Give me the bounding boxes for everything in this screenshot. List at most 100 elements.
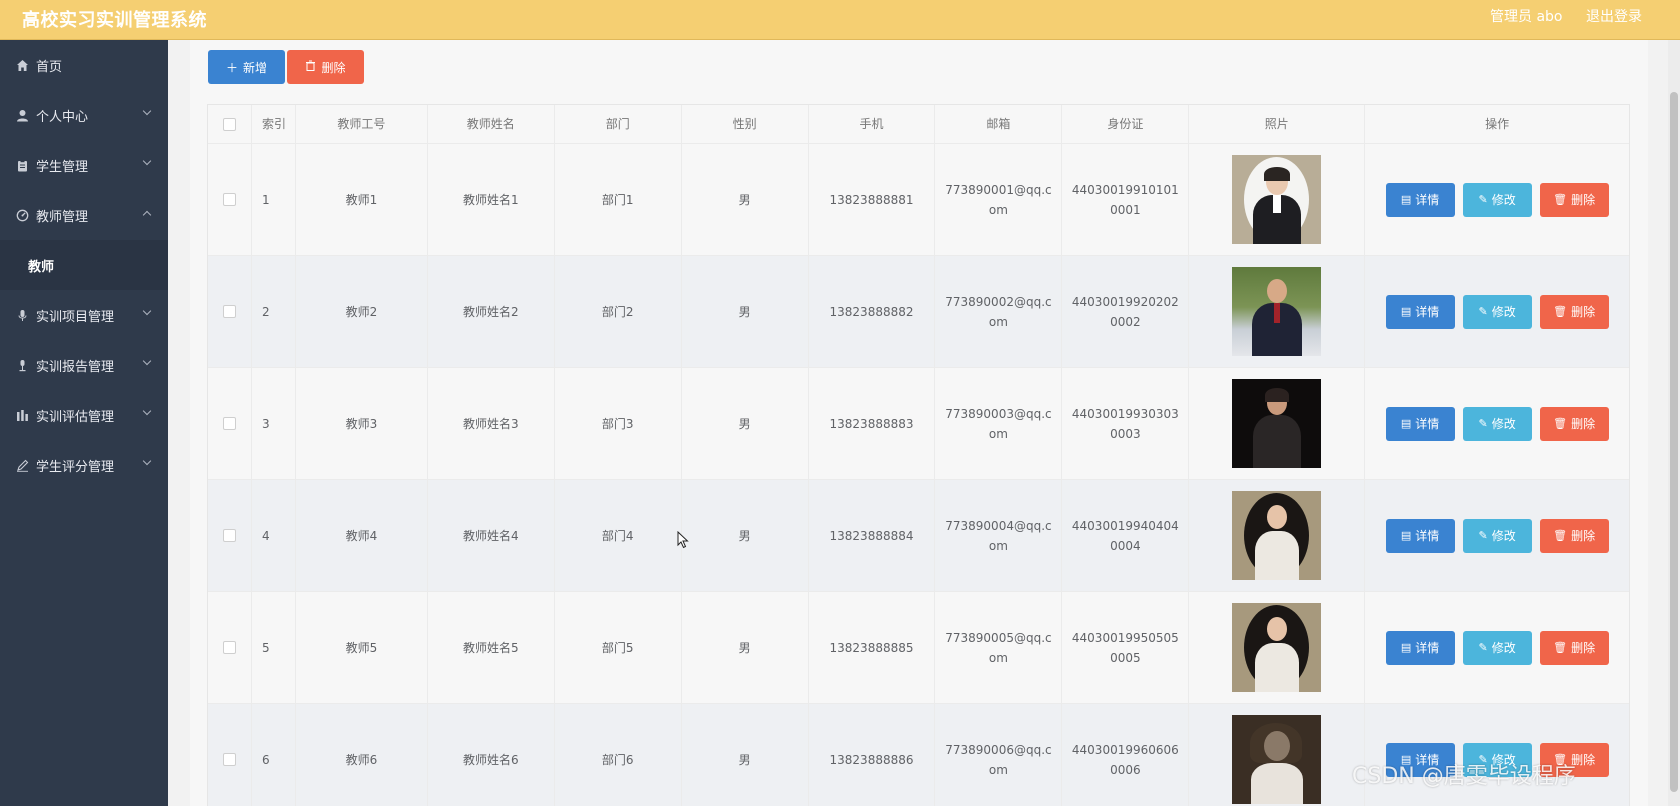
row-checkbox[interactable] xyxy=(222,641,236,654)
edit-icon: ✎ xyxy=(1478,304,1488,318)
cell-phone: 13823888883 xyxy=(809,368,936,479)
row-checkbox[interactable] xyxy=(222,305,236,318)
row-select-cell xyxy=(208,256,252,367)
sidebar-item-student-score-management[interactable]: 学生评分管理 xyxy=(0,440,168,490)
delete-button[interactable]: 🗑 删除 xyxy=(1539,294,1609,329)
sidebar-item-label: 实训项目管理 xyxy=(36,309,115,325)
top-header: 高校实习实训管理系统 管理员 abo 退出登录 xyxy=(0,0,1680,40)
edit-button[interactable]: ✎ 修改 xyxy=(1462,406,1532,441)
detail-button[interactable]: ▤ 详情 xyxy=(1385,182,1455,217)
table-header: 索引 教师工号 教师姓名 部门 性别 手机 邮箱 身份证 照片 操作 xyxy=(208,105,1629,144)
teacher-photo xyxy=(1232,267,1322,356)
cell-email: 773890006@qq.com xyxy=(935,704,1063,806)
row-checkbox[interactable] xyxy=(222,753,236,766)
cell-phone: 13823888886 xyxy=(809,704,936,806)
cell-photo xyxy=(1189,256,1366,367)
add-button[interactable]: ＋ 新增 xyxy=(208,50,285,84)
delete-button[interactable]: 🗑 删除 xyxy=(1539,630,1609,665)
cell-index: 2 xyxy=(252,256,296,367)
batch-delete-button[interactable]: 删除 xyxy=(287,50,364,84)
delete-label: 删除 xyxy=(1571,304,1596,319)
detail-button[interactable]: ▤ 详情 xyxy=(1385,294,1455,329)
plus-icon: ＋ xyxy=(225,60,238,75)
cell-index: 5 xyxy=(252,592,296,703)
detail-button[interactable]: ▤ 详情 xyxy=(1385,630,1455,665)
column-header: 教师工号 xyxy=(296,105,428,143)
clipboard-icon xyxy=(14,157,30,173)
row-select-cell xyxy=(208,480,252,591)
cell-department: 部门1 xyxy=(555,144,682,255)
sidebar-item-teacher-management[interactable]: 教师管理 xyxy=(0,190,168,240)
sidebar-subitem-teacher[interactable]: 教师 xyxy=(0,240,168,290)
cell-id-card: 440300199101010001 xyxy=(1062,144,1190,255)
cell-gender: 男 xyxy=(682,144,809,255)
cell-actions: ▤ 详情 ✎ 修改 🗑 删除 xyxy=(1365,592,1629,703)
pen-icon xyxy=(14,457,30,473)
delete-button[interactable]: 🗑 删除 xyxy=(1539,518,1609,553)
trash-icon: 🗑 xyxy=(1553,304,1568,318)
detail-label: 详情 xyxy=(1415,416,1440,431)
edit-icon: ✎ xyxy=(1478,416,1488,430)
cell-photo xyxy=(1189,592,1366,703)
document-icon: ▤ xyxy=(1400,304,1412,318)
sidebar-item-training-report-management[interactable]: 实训报告管理 xyxy=(0,340,168,390)
sidebar-item-label: 教师 xyxy=(28,259,55,275)
document-icon: ▤ xyxy=(1400,528,1412,542)
edit-button[interactable]: ✎ 修改 xyxy=(1462,630,1532,665)
column-header: 性别 xyxy=(682,105,809,143)
trash-icon: 🗑 xyxy=(1553,640,1568,654)
cell-department: 部门4 xyxy=(555,480,682,591)
delete-button[interactable]: 🗑 删除 xyxy=(1539,182,1609,217)
sidebar-item-student-management[interactable]: 学生管理 xyxy=(0,140,168,190)
detail-label: 详情 xyxy=(1415,528,1440,543)
teacher-photo xyxy=(1232,715,1322,804)
document-icon: ▤ xyxy=(1400,192,1412,206)
row-checkbox[interactable] xyxy=(222,193,236,206)
cell-department: 部门5 xyxy=(555,592,682,703)
cell-teacher-no: 教师6 xyxy=(296,704,428,806)
cell-id-card: 440300199404040004 xyxy=(1062,480,1190,591)
row-select-cell xyxy=(208,144,252,255)
edit-label: 修改 xyxy=(1491,416,1516,431)
bar-chart-icon xyxy=(14,407,30,423)
delete-button[interactable]: 🗑 删除 xyxy=(1539,406,1609,441)
row-checkbox[interactable] xyxy=(222,529,236,542)
add-button-label: 新增 xyxy=(243,60,268,75)
teacher-photo xyxy=(1232,379,1322,468)
row-checkbox[interactable] xyxy=(222,417,236,430)
sidebar-item-home[interactable]: 首页 xyxy=(0,40,168,90)
edit-icon: ✎ xyxy=(1478,640,1488,654)
cell-actions: ▤ 详情 ✎ 修改 🗑 删除 xyxy=(1365,144,1629,255)
cell-gender: 男 xyxy=(682,704,809,806)
user-icon xyxy=(14,107,30,123)
document-icon: ▤ xyxy=(1400,416,1412,430)
sidebar-item-training-project-management[interactable]: 实训项目管理 xyxy=(0,290,168,340)
edit-button[interactable]: ✎ 修改 xyxy=(1462,182,1532,217)
select-all-checkbox[interactable] xyxy=(222,117,236,131)
cell-photo xyxy=(1189,704,1366,806)
edit-button[interactable]: ✎ 修改 xyxy=(1462,294,1532,329)
cell-email: 773890001@qq.com xyxy=(935,144,1063,255)
detail-button[interactable]: ▤ 详情 xyxy=(1385,406,1455,441)
teacher-photo xyxy=(1232,155,1322,244)
home-icon xyxy=(14,57,30,73)
trash-icon: 🗑 xyxy=(1553,192,1568,206)
cell-actions: ▤ 详情 ✎ 修改 🗑 删除 xyxy=(1365,480,1629,591)
app-title: 高校实习实训管理系统 xyxy=(22,10,207,31)
cell-photo xyxy=(1189,144,1366,255)
edit-icon: ✎ xyxy=(1478,528,1488,542)
logout-link[interactable]: 退出登录 xyxy=(1586,6,1642,26)
table-row: 5 教师5 教师姓名5 部门5 男 13823888885 773890005@… xyxy=(208,592,1629,704)
edit-button[interactable]: ✎ 修改 xyxy=(1462,518,1532,553)
page-scrollbar-thumb[interactable] xyxy=(1670,92,1678,792)
sidebar-item-personal-center[interactable]: 个人中心 xyxy=(0,90,168,140)
csdn-watermark: CSDN @唐雯毕设程序 xyxy=(1352,764,1576,789)
trash-icon: 🗑 xyxy=(1553,416,1568,430)
cell-teacher-no: 教师3 xyxy=(296,368,428,479)
current-user-label: 管理员 abo xyxy=(1490,9,1563,25)
cell-gender: 男 xyxy=(682,256,809,367)
edit-label: 修改 xyxy=(1491,528,1516,543)
edit-icon: ✎ xyxy=(1478,192,1488,206)
sidebar-item-training-evaluation-management[interactable]: 实训评估管理 xyxy=(0,390,168,440)
detail-button[interactable]: ▤ 详情 xyxy=(1385,518,1455,553)
